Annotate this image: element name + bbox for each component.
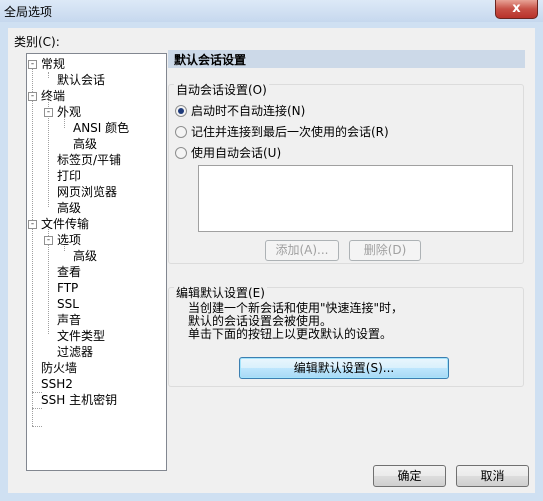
tree-item-ssl[interactable]: SSL: [57, 297, 79, 311]
tree-item-appearance-advanced[interactable]: 高级: [73, 137, 97, 151]
tree-item-firewall[interactable]: 防火墙: [41, 361, 77, 375]
radio-use-auto-session[interactable]: 使用自动会话(U): [175, 144, 281, 161]
tree-item-appearance[interactable]: 外观: [57, 105, 81, 119]
edit-default-description-line: 默认的会话设置会被使用。: [188, 314, 333, 328]
tree-item-view[interactable]: 查看: [57, 265, 81, 279]
radio-label: 启动时不自动连接(N): [191, 104, 306, 118]
tree-item-tabs-tiling[interactable]: 标签页/平铺: [57, 153, 121, 167]
dialog-body: 类别(C): - 常规 默认会话 - 终端 - 外观 ANSI 颜色 高级 标签…: [8, 28, 535, 493]
tree-item-sound[interactable]: 声音: [57, 313, 81, 327]
collapse-icon[interactable]: -: [28, 220, 37, 229]
add-button[interactable]: 添加(A)...: [265, 240, 339, 261]
tree-item-ssh-host-keys[interactable]: SSH 主机密钥: [41, 393, 117, 407]
tree-line: [32, 426, 42, 427]
radio-remember-last-session[interactable]: 记住并连接到最后一次使用的会话(R): [175, 123, 389, 140]
close-button[interactable]: x: [495, 0, 538, 19]
edit-default-group-label: 编辑默认设置(E): [174, 284, 267, 301]
radio-icon[interactable]: [175, 147, 187, 159]
tree-item-filters[interactable]: 过滤器: [57, 345, 93, 359]
auto-session-group: 自动会话设置(O) 启动时不自动连接(N) 记住并连接到最后一次使用的会话(R)…: [168, 81, 524, 264]
tree-item-ftp[interactable]: FTP: [57, 281, 78, 295]
edit-default-description-line: 当创建一个新会话和使用"快速连接"时，: [188, 301, 404, 315]
cancel-button[interactable]: 取消: [456, 465, 529, 487]
radio-icon[interactable]: [175, 126, 187, 138]
edit-default-group: 编辑默认设置(E) 当创建一个新会话和使用"快速连接"时， 默认的会话设置会被使…: [168, 284, 524, 387]
category-label: 类别(C):: [14, 35, 60, 49]
collapse-icon[interactable]: -: [28, 92, 37, 101]
tree-item-default-session[interactable]: 默认会话: [57, 73, 105, 87]
window-title: 全局选项: [4, 5, 53, 19]
auto-session-group-label: 自动会话设置(O): [174, 81, 269, 98]
tree-line: [32, 64, 33, 426]
radio-checked-icon[interactable]: [175, 105, 187, 117]
tree-item-ansi-color[interactable]: ANSI 颜色: [73, 121, 129, 135]
title-bar: 全局选项 x: [0, 0, 543, 22]
edit-default-settings-button[interactable]: 编辑默认设置(S)...: [239, 357, 449, 379]
ok-button[interactable]: 确定: [373, 465, 446, 487]
tree-item-web-browser[interactable]: 网页浏览器: [57, 185, 117, 199]
tree-line: [48, 72, 49, 78]
tree-item-file-transfer[interactable]: 文件传输: [41, 217, 89, 231]
tree-item-ssh2[interactable]: SSH2: [41, 377, 73, 391]
panel-header: 默认会话设置: [168, 50, 525, 68]
radio-label: 使用自动会话(U): [191, 146, 282, 160]
radio-no-auto-connect[interactable]: 启动时不自动连接(N): [175, 102, 305, 119]
edit-default-description-line: 单击下面的按钮上以更改默认的设置。: [188, 327, 393, 341]
delete-button[interactable]: 删除(D): [349, 240, 421, 261]
tree-line: [32, 408, 42, 409]
auto-session-list[interactable]: [198, 165, 513, 232]
category-tree[interactable]: - 常规 默认会话 - 终端 - 外观 ANSI 颜色 高级 标签页/平铺 打印…: [26, 53, 167, 471]
global-options-dialog: 全局选项 x 类别(C): - 常规 默认会话 - 终端 - 外观 ANSI 颜…: [0, 0, 543, 501]
panel-title: 默认会话设置: [174, 53, 247, 67]
radio-label: 记住并连接到最后一次使用的会话(R): [191, 125, 389, 139]
collapse-icon[interactable]: -: [44, 108, 53, 117]
tree-item-options-advanced[interactable]: 高级: [73, 249, 97, 263]
collapse-icon[interactable]: -: [28, 60, 37, 69]
tree-item-options[interactable]: 选项: [57, 233, 81, 247]
tree-item-file-types[interactable]: 文件类型: [57, 329, 105, 343]
collapse-icon[interactable]: -: [44, 236, 53, 245]
tree-item-terminal[interactable]: 终端: [41, 89, 65, 103]
tree-item-terminal-advanced[interactable]: 高级: [57, 201, 81, 215]
tree-item-general[interactable]: 常规: [41, 57, 65, 71]
tree-item-printing[interactable]: 打印: [57, 169, 81, 183]
